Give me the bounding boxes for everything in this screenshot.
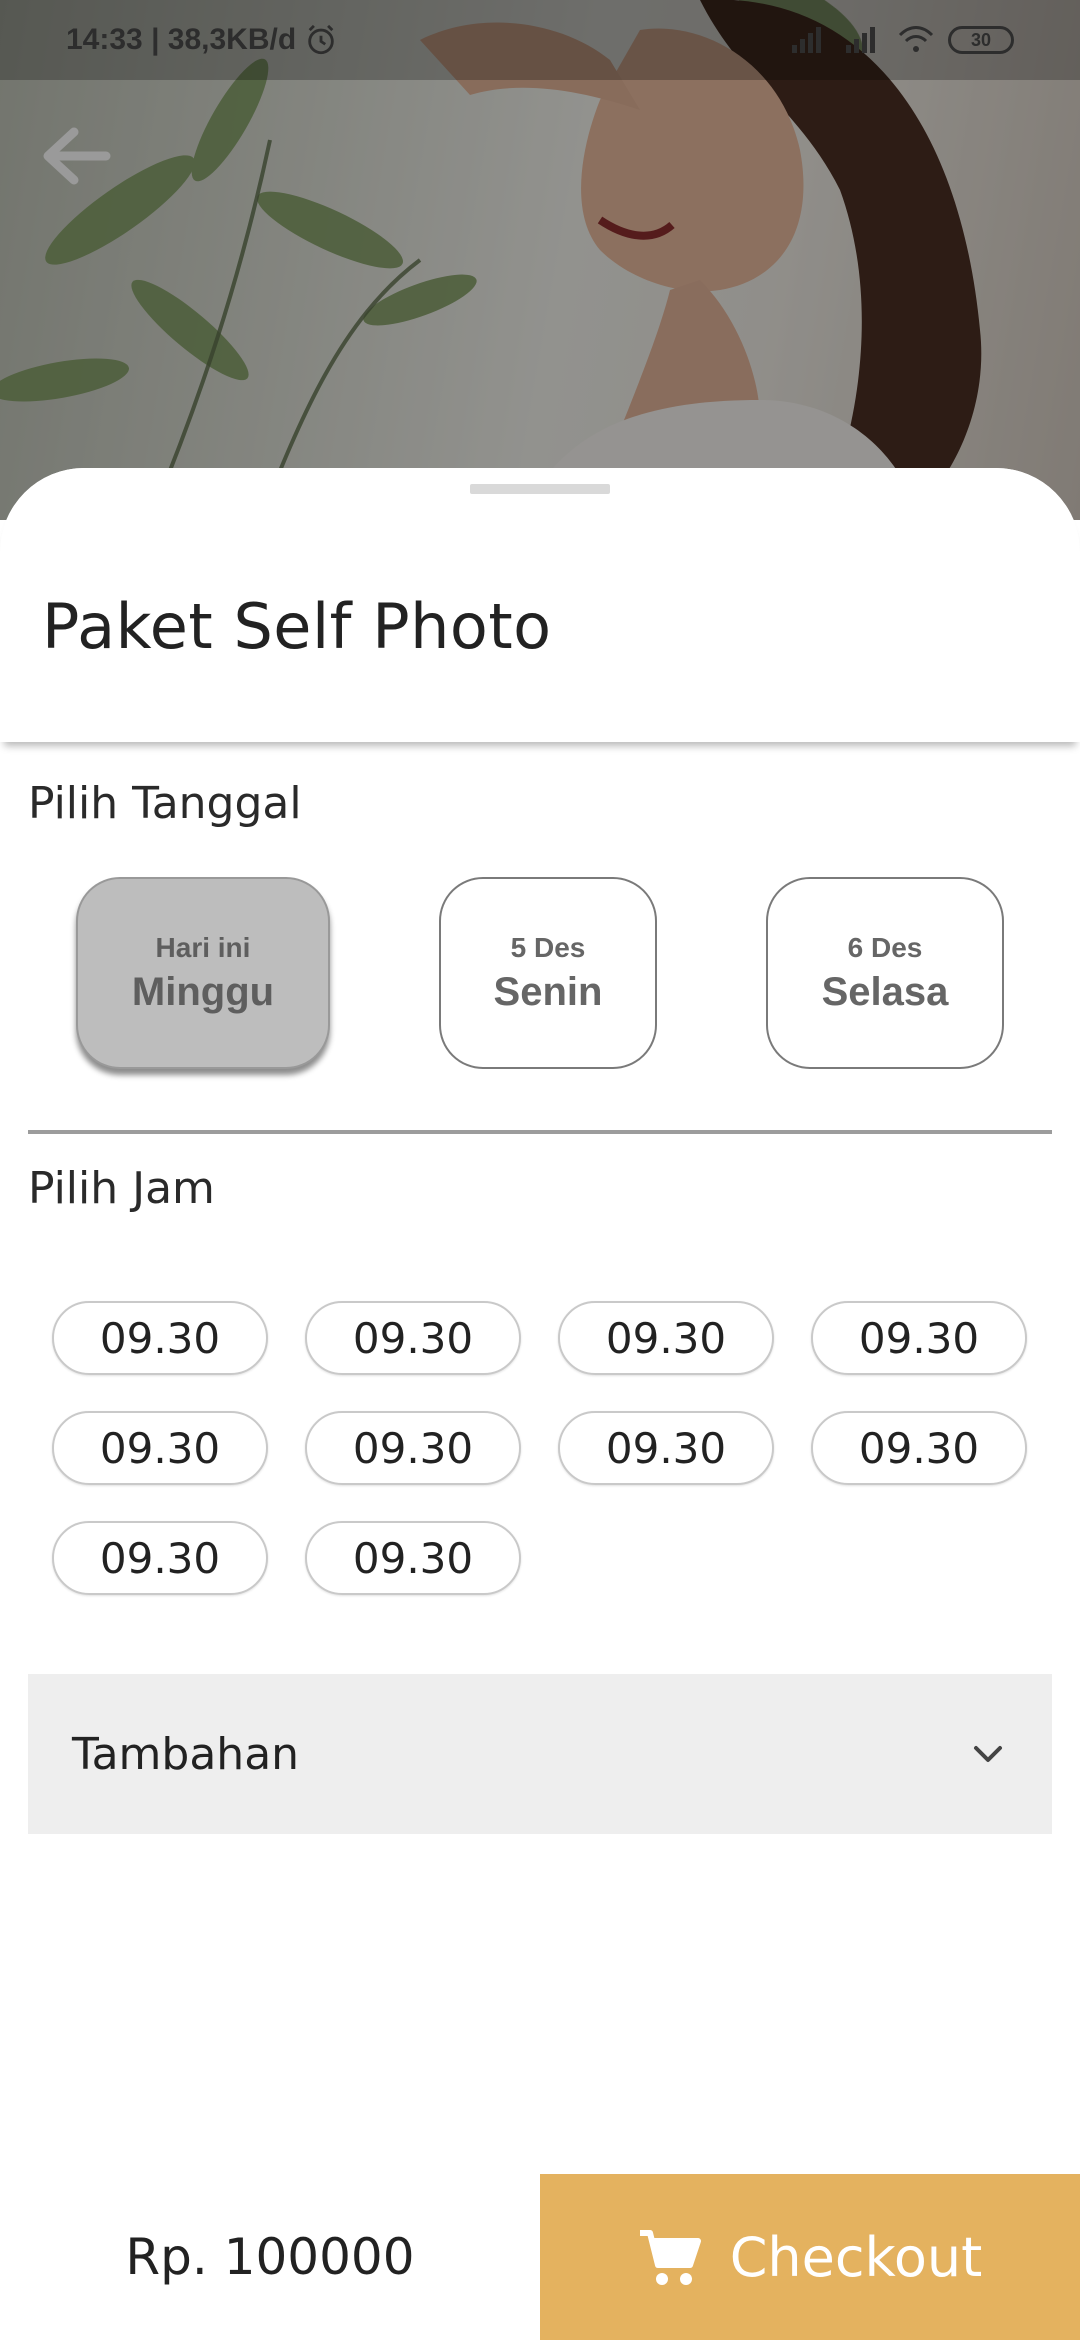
signal-icon-2: [846, 27, 875, 53]
date-section-label: Pilih Tanggal: [28, 778, 302, 829]
time-slot[interactable]: 09.30: [305, 1411, 521, 1485]
checkout-button[interactable]: Checkout: [540, 2174, 1080, 2340]
date-day-text: Minggu: [131, 969, 275, 1014]
status-time: 14:33 | 38,3KB/d: [66, 23, 297, 56]
extras-accordion[interactable]: Tambahan: [28, 1674, 1052, 1834]
time-slot[interactable]: 09.30: [305, 1301, 521, 1375]
section-divider: [28, 1130, 1052, 1134]
time-slot[interactable]: 09.30: [305, 1521, 521, 1595]
status-right-group: 30: [790, 25, 1014, 55]
date-day-text: Selasa: [821, 969, 949, 1014]
page-title: Paket Self Photo: [42, 590, 552, 663]
date-small-text: 6 Des: [847, 931, 923, 963]
status-bar: 14:33 | 38,3KB/d 30: [0, 0, 1080, 80]
total-price: Rp. 100000: [125, 2228, 415, 2286]
date-day-text: Senin: [493, 969, 603, 1014]
time-section-label: Pilih Jam: [28, 1163, 215, 1214]
time-slot[interactable]: 09.30: [52, 1301, 268, 1375]
date-option-today[interactable]: Hari ini Minggu: [76, 877, 330, 1069]
booking-sheet: Paket Self Photo: [0, 468, 1080, 2340]
chevron-down-icon: [974, 1746, 1002, 1762]
date-small-text: Hari ini: [155, 931, 251, 963]
wifi-icon: [898, 26, 934, 52]
signal-icon: [792, 27, 821, 53]
back-arrow-icon[interactable]: [40, 124, 112, 188]
time-slot[interactable]: 09.30: [52, 1521, 268, 1595]
date-option-senin[interactable]: 5 Des Senin: [439, 877, 657, 1069]
drag-handle[interactable]: [470, 484, 610, 494]
time-slot[interactable]: 09.30: [811, 1411, 1027, 1485]
time-slot[interactable]: 09.30: [811, 1301, 1027, 1375]
alarm-icon: [308, 24, 334, 55]
cart-icon: [639, 2230, 701, 2285]
date-option-selasa[interactable]: 6 Des Selasa: [766, 877, 1004, 1069]
extras-label: Tambahan: [72, 1728, 300, 1780]
time-slot[interactable]: 09.30: [558, 1411, 774, 1485]
time-slot[interactable]: 09.30: [52, 1411, 268, 1485]
battery-indicator: 30: [948, 26, 1014, 54]
sheet-header: Paket Self Photo: [0, 468, 1080, 742]
date-small-text: 5 Des: [510, 931, 586, 963]
time-slot[interactable]: 09.30: [558, 1301, 774, 1375]
battery-level: 30: [970, 29, 992, 50]
checkout-label: Checkout: [729, 2225, 983, 2289]
